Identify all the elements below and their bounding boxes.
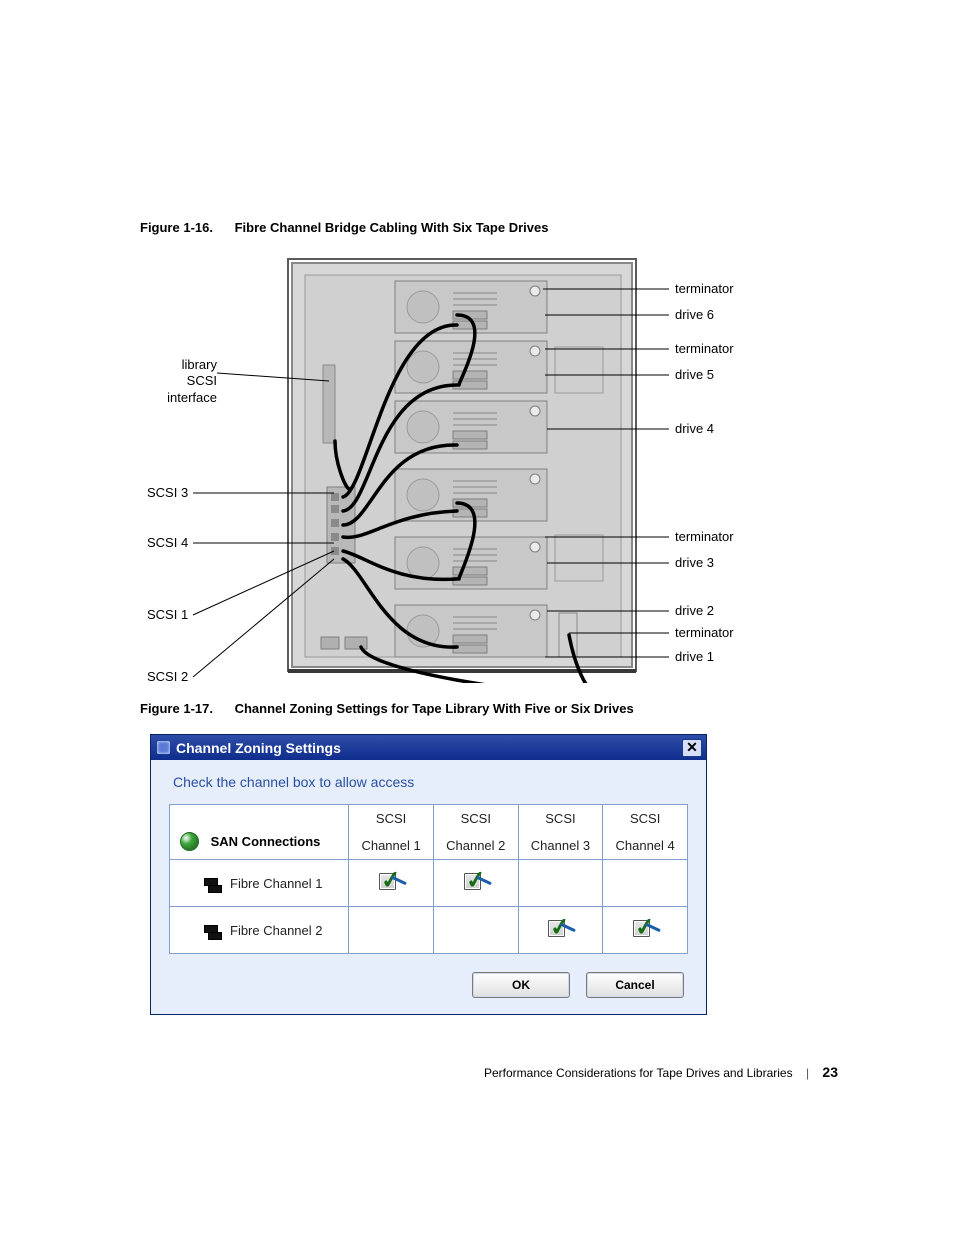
col-1-header: Channel 1: [349, 832, 434, 860]
corner-label: SAN Connections: [211, 834, 321, 849]
label-terminator-1: terminator: [675, 281, 734, 297]
checkbox-checked-icon[interactable]: ✓: [462, 871, 490, 893]
cancel-button[interactable]: Cancel: [586, 972, 684, 998]
zone-cell[interactable]: [603, 860, 688, 907]
checkbox-checked-icon[interactable]: ✓: [546, 918, 574, 940]
zone-cell[interactable]: ✓: [518, 907, 603, 954]
zone-cell[interactable]: [349, 907, 434, 954]
zone-cell[interactable]: ✓: [603, 907, 688, 954]
label-library-scsi-interface: library SCSIinterface: [149, 357, 217, 406]
globe-icon: [180, 832, 199, 851]
col-1-top: SCSI: [349, 805, 434, 833]
connector-icon: [204, 878, 222, 890]
checkbox-checked-icon[interactable]: ✓: [631, 918, 659, 940]
label-scsi-3: SCSI 3: [147, 485, 188, 501]
zone-cell[interactable]: [433, 907, 518, 954]
figure-1-16-caption: Figure 1-16. Fibre Channel Bridge Cablin…: [140, 220, 814, 235]
zoning-table: SAN Connections SCSI SCSI SCSI SCSI Chan…: [169, 804, 688, 954]
label-drive-4: drive 4: [675, 421, 714, 437]
label-terminator-2: terminator: [675, 341, 734, 357]
label-drive-1: drive 1: [675, 649, 714, 665]
table-row: Fibre Channel 1 ✓ ✓: [170, 860, 688, 907]
dialog-prompt: Check the channel box to allow access: [173, 774, 688, 790]
figure-1-17-number: Figure 1-17.: [140, 701, 213, 716]
zone-cell[interactable]: ✓: [349, 860, 434, 907]
zone-cell[interactable]: ✓: [433, 860, 518, 907]
col-4-header: Channel 4: [603, 832, 688, 860]
figure-1-17-title: Channel Zoning Settings for Tape Library…: [235, 701, 634, 716]
col-4-top: SCSI: [603, 805, 688, 833]
figure-1-17-caption: Figure 1-17. Channel Zoning Settings for…: [140, 701, 814, 716]
page-footer: Performance Considerations for Tape Driv…: [484, 1064, 838, 1080]
checkbox-checked-icon[interactable]: ✓: [377, 871, 405, 893]
label-scsi-1: SCSI 1: [147, 607, 188, 623]
table-row: Fibre Channel 2 ✓ ✓: [170, 907, 688, 954]
zone-cell[interactable]: [518, 860, 603, 907]
channel-zoning-dialog: Channel Zoning Settings ✕ Check the chan…: [150, 734, 707, 1015]
close-button[interactable]: ✕: [682, 739, 702, 757]
label-drive-3: drive 3: [675, 555, 714, 571]
dialog-title: Channel Zoning Settings: [176, 740, 341, 756]
label-drive-6: drive 6: [675, 307, 714, 323]
col-2-header: Channel 2: [433, 832, 518, 860]
col-3-top: SCSI: [518, 805, 603, 833]
label-scsi-2: SCSI 2: [147, 669, 188, 685]
label-scsi-4: SCSI 4: [147, 535, 188, 551]
connector-icon: [204, 925, 222, 937]
label-terminator-3: terminator: [675, 529, 734, 545]
label-drive-2: drive 2: [675, 603, 714, 619]
label-terminator-4: terminator: [675, 625, 734, 641]
ok-button[interactable]: OK: [472, 972, 570, 998]
figure-1-16-diagram: library SCSIinterface SCSI 3 SCSI 4 SCSI…: [157, 253, 797, 683]
label-drive-5: drive 5: [675, 367, 714, 383]
dialog-title-bar: Channel Zoning Settings ✕: [151, 735, 706, 760]
figure-1-16-title: Fibre Channel Bridge Cabling With Six Ta…: [235, 220, 549, 235]
footer-section: Performance Considerations for Tape Driv…: [484, 1066, 793, 1080]
row-label: Fibre Channel 1: [170, 860, 349, 907]
row-label: Fibre Channel 2: [170, 907, 349, 954]
figure-1-16-number: Figure 1-16.: [140, 220, 213, 235]
page-number: 23: [822, 1064, 838, 1080]
app-icon: [157, 741, 170, 754]
col-2-top: SCSI: [433, 805, 518, 833]
col-3-header: Channel 3: [518, 832, 603, 860]
